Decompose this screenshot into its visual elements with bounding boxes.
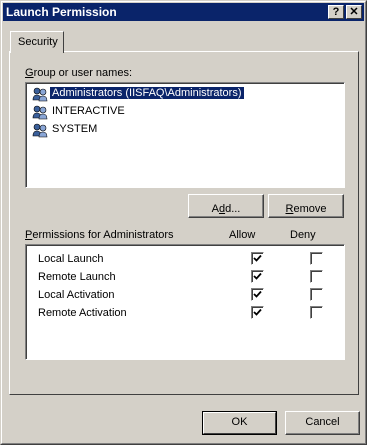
- permission-name: Local Activation: [38, 289, 115, 301]
- close-button[interactable]: ✕: [346, 5, 362, 19]
- users-icon: [32, 105, 48, 120]
- permission-row: Remote Launch: [36, 269, 336, 287]
- tab-security[interactable]: Security: [10, 31, 64, 53]
- users-icon: [32, 123, 48, 138]
- allow-checkbox[interactable]: [251, 306, 264, 319]
- allow-checkbox[interactable]: [251, 288, 264, 301]
- permission-name: Remote Launch: [38, 271, 116, 283]
- cancel-button[interactable]: Cancel: [285, 411, 360, 435]
- remove-button[interactable]: Remove: [268, 194, 344, 218]
- user-name: SYSTEM: [52, 123, 98, 135]
- add-button[interactable]: Add...: [188, 194, 264, 218]
- permission-name: Local Launch: [38, 253, 104, 265]
- user-name: INTERACTIVE: [52, 105, 125, 117]
- users-icon: [32, 87, 48, 102]
- window-title: Launch Permission: [6, 5, 117, 19]
- launch-permission-dialog: Launch Permission ? ✕ Security Group or …: [0, 0, 367, 445]
- help-button[interactable]: ?: [328, 5, 344, 19]
- deny-checkbox[interactable]: [310, 288, 323, 301]
- group-label: Group or user names:: [25, 67, 132, 79]
- allow-checkbox[interactable]: [251, 270, 264, 283]
- deny-checkbox[interactable]: [310, 270, 323, 283]
- close-icon: ✕: [349, 6, 359, 18]
- permissions-list[interactable]: Local Launch Remote Launch Local Activatio…: [25, 244, 345, 360]
- allow-checkbox[interactable]: [251, 252, 264, 265]
- help-icon: ?: [332, 6, 340, 18]
- permission-row: Remote Activation: [36, 305, 336, 323]
- ok-button[interactable]: OK: [202, 411, 277, 435]
- user-list[interactable]: Administrators (IISFAQ\Administrators) IN…: [25, 82, 345, 188]
- deny-checkbox[interactable]: [310, 252, 323, 265]
- tab-security-label: Security: [18, 36, 58, 48]
- security-panel: Group or user names: Administrators (IIS…: [9, 51, 359, 395]
- permission-row: Local Launch: [36, 251, 336, 269]
- title-bar[interactable]: Launch Permission ? ✕: [3, 3, 364, 21]
- allow-header: Allow: [229, 229, 256, 241]
- permission-name: Remote Activation: [38, 307, 127, 319]
- user-name: Administrators (IISFAQ\Administrators): [50, 87, 244, 99]
- deny-checkbox[interactable]: [310, 306, 323, 319]
- deny-header: Deny: [290, 229, 316, 241]
- permission-row: Local Activation: [36, 287, 336, 305]
- permissions-label: Permissions for Administrators: [25, 229, 174, 241]
